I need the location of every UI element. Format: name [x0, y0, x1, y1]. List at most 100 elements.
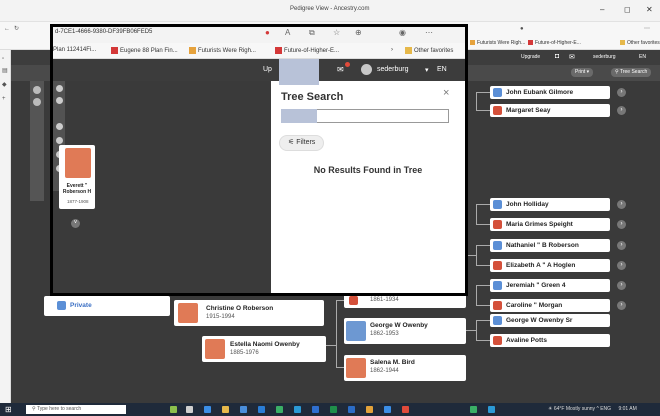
tree-node[interactable]: Maria Grimes Speight: [490, 218, 610, 231]
share-icon[interactable]: [56, 85, 63, 92]
expand-ancestors-button[interactable]: ›: [617, 241, 626, 250]
messages-icon[interactable]: ✉: [337, 65, 344, 74]
shopping-icon[interactable]: ◆: [2, 82, 9, 88]
chevron-down-icon[interactable]: ▾: [425, 66, 429, 74]
collections-icon[interactable]: ⊕: [355, 28, 362, 37]
task-view-icon[interactable]: [186, 406, 193, 413]
close-icon[interactable]: ×: [443, 87, 449, 99]
person-card[interactable]: 1861-1934: [344, 294, 466, 308]
user-menu[interactable]: sederburg: [593, 54, 616, 60]
expand-ancestors-button[interactable]: ›: [617, 88, 626, 97]
app-icon[interactable]: [258, 406, 265, 413]
person-card[interactable]: Christine O Roberson 1915-1994: [174, 300, 324, 326]
clock[interactable]: 9:01 AM: [618, 406, 636, 412]
app-icon[interactable]: [384, 406, 391, 413]
profile-icon[interactable]: ◉: [399, 28, 406, 37]
chrome-icon[interactable]: [366, 406, 373, 413]
expand-ancestors-button[interactable]: ›: [617, 301, 626, 310]
settings-icon[interactable]: [56, 123, 63, 130]
hint-icon[interactable]: ◘: [555, 53, 559, 60]
bookmark-future-of-higher-ed[interactable]: Future-of-Higher-E...: [528, 40, 581, 46]
app-icon[interactable]: [312, 406, 319, 413]
taskbar-search[interactable]: ⚲ Type here to search: [26, 405, 126, 414]
app-icon[interactable]: [348, 406, 355, 413]
address-bar[interactable]: d-7CE1-4666-9380-DF39FB06FED5: [55, 29, 152, 35]
person-name: John Holliday: [506, 201, 549, 208]
app-icon[interactable]: [470, 406, 477, 413]
tree-node[interactable]: John Eubank Gilmore: [490, 86, 610, 99]
maximize-button[interactable]: ◻: [624, 5, 631, 14]
bookmark-eugene[interactable]: Eugene 88 Plan Fin...: [111, 47, 178, 54]
weather-text[interactable]: 64°F Mostly sunny: [554, 406, 595, 412]
expand-icon[interactable]: [33, 86, 41, 94]
tree-node[interactable]: Elizabeth A " A Hoglen: [490, 259, 610, 272]
chevron-right-icon[interactable]: ›: [391, 47, 393, 53]
weather-icon[interactable]: ☀: [548, 406, 552, 412]
app-icon[interactable]: [204, 406, 211, 413]
user-menu[interactable]: sederburg: [377, 66, 409, 73]
file-explorer-icon[interactable]: [222, 406, 229, 413]
focus-person-card[interactable]: Everett " Roberson H 1877-1908: [59, 145, 95, 209]
tree-node[interactable]: John Holliday: [490, 198, 610, 211]
favorites-icon[interactable]: ☆: [333, 28, 340, 37]
expand-ancestors-button[interactable]: ›: [617, 106, 626, 115]
expand-children-button[interactable]: ˅: [71, 219, 80, 228]
zoom-in-icon[interactable]: [33, 98, 41, 106]
refresh-icon[interactable]: ↻: [14, 26, 21, 32]
person-card[interactable]: Private: [44, 296, 170, 316]
tree-node[interactable]: George W Owenby Sr: [490, 314, 610, 327]
windows-start-icon[interactable]: ⊞: [5, 405, 12, 414]
tree-node[interactable]: Jeremiah " Green 4: [490, 279, 610, 292]
app-icon[interactable]: [170, 406, 177, 413]
tab-icon[interactable]: ▫: [2, 56, 9, 62]
zoom-icon[interactable]: [56, 97, 63, 104]
language-menu[interactable]: EN: [639, 54, 646, 60]
filter-icon[interactable]: [56, 137, 63, 144]
collections-icon[interactable]: ▤: [2, 68, 9, 74]
app-icon[interactable]: [240, 406, 247, 413]
bookmark-other-favorites[interactable]: Other favorites: [620, 40, 660, 46]
more-options-icon[interactable]: ⋯: [644, 26, 651, 32]
app-icon[interactable]: [488, 406, 495, 413]
read-aloud-icon[interactable]: A: [285, 28, 290, 37]
filters-button[interactable]: ⚟ Filters: [279, 135, 325, 151]
edge-icon[interactable]: [294, 406, 301, 413]
person-card[interactable]: Salena M. Bird 1862-1944: [344, 355, 466, 381]
input-language[interactable]: ENG: [600, 406, 611, 412]
person-name: Salena M. Bird: [370, 359, 415, 366]
back-icon[interactable]: ←: [4, 26, 11, 32]
upgrade-button[interactable]: Upgrade: [521, 54, 540, 60]
expand-ancestors-button[interactable]: ›: [617, 200, 626, 209]
minimize-button[interactable]: –: [600, 5, 604, 14]
tree-search-button[interactable]: ⚲ Tree Search: [611, 68, 652, 77]
connector: [476, 224, 490, 225]
tree-node[interactable]: Caroline " Morgan: [490, 299, 610, 312]
close-window-button[interactable]: ✕: [646, 5, 653, 14]
person-card[interactable]: George W Owenby 1862-1953: [344, 318, 466, 344]
bookmark-plan[interactable]: Plan 112414Fi...: [53, 47, 96, 53]
tab-icon[interactable]: ⧉: [309, 28, 315, 38]
app-icon[interactable]: [402, 406, 409, 413]
language-menu[interactable]: EN: [437, 66, 447, 73]
tree-node[interactable]: Avaline Potts: [490, 334, 610, 347]
person-card[interactable]: Estella Naomi Owenby 1885-1976: [202, 336, 326, 362]
app-icon[interactable]: [276, 406, 283, 413]
bookmark-futurists[interactable]: Futurists Were Righ...: [189, 47, 256, 54]
more-options-icon[interactable]: ⋯: [425, 28, 433, 37]
expand-ancestors-button[interactable]: ›: [617, 281, 626, 290]
bookmark-future-of-higher-ed[interactable]: Future-of-Higher-E...: [275, 47, 339, 54]
person-name: Christine O Roberson: [206, 305, 274, 312]
bookmark-futurists[interactable]: Futurists Were Righ...: [470, 40, 525, 46]
avatar[interactable]: [361, 64, 372, 75]
add-icon[interactable]: +: [2, 96, 9, 102]
expand-ancestors-button[interactable]: ›: [617, 220, 626, 229]
extension-icon[interactable]: ●: [520, 26, 527, 32]
upgrade-button[interactable]: Up: [263, 66, 272, 73]
messages-icon[interactable]: ✉: [569, 53, 575, 61]
print-button[interactable]: Print ▾: [571, 68, 594, 77]
bookmark-other-favorites[interactable]: Other favorites: [405, 47, 453, 54]
expand-ancestors-button[interactable]: ›: [617, 261, 626, 270]
app-icon[interactable]: [330, 406, 337, 413]
tree-node[interactable]: Margaret Seay: [490, 104, 610, 117]
tree-node[interactable]: Nathaniel " B Roberson: [490, 239, 610, 252]
